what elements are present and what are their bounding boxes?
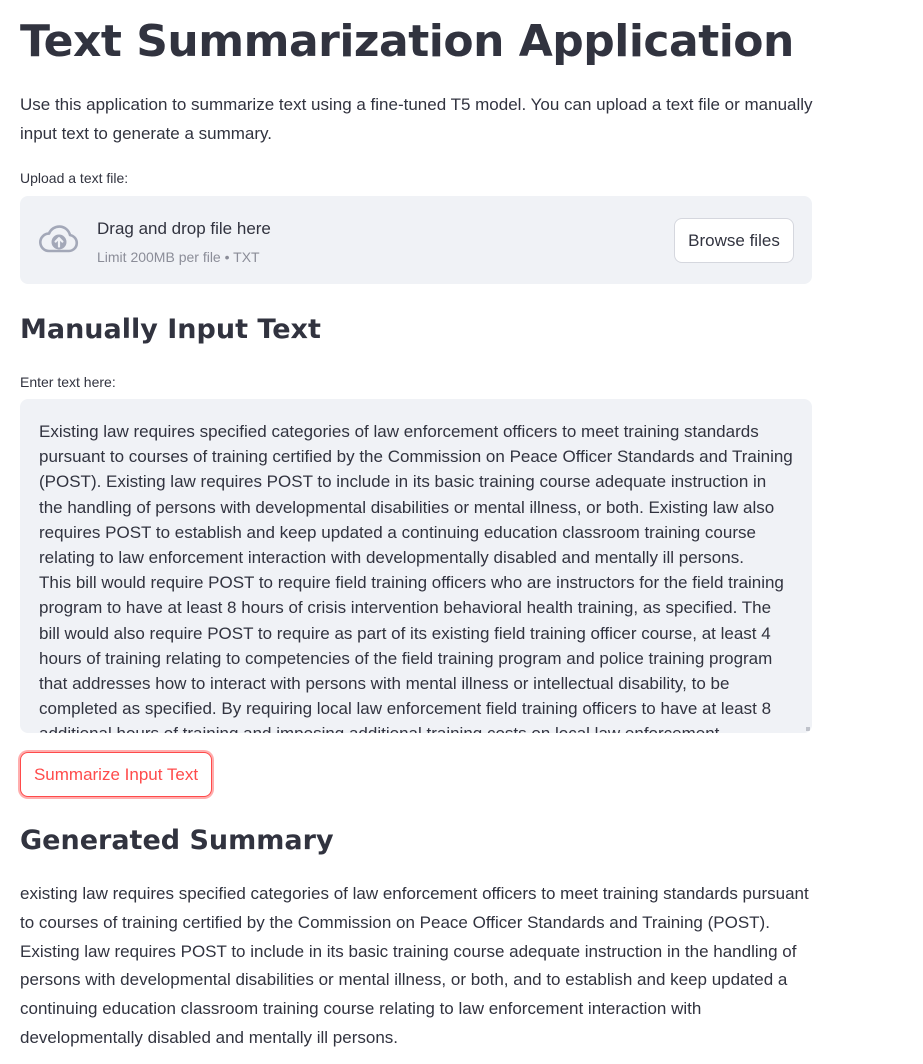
resize-handle-icon[interactable] (806, 727, 810, 731)
text-area-label: Enter text here: (20, 374, 116, 390)
text-input-value: Existing law requires specified categori… (39, 422, 793, 733)
cloud-upload-icon (39, 225, 79, 253)
dropzone-title: Drag and drop file here (97, 219, 271, 238)
dropzone-limit-text: Limit 200MB per file • TXT (97, 249, 260, 265)
intro-text: Use this application to summarize text u… (20, 95, 813, 143)
summarize-button[interactable]: Summarize Input Text (20, 752, 212, 797)
page-title: Text Summarization Application (20, 16, 794, 67)
file-uploader-label: Upload a text file: (20, 170, 129, 186)
browse-files-button[interactable]: Browse files (674, 218, 794, 263)
summary-heading: Generated Summary (20, 825, 334, 856)
generated-summary-text: existing law requires specified categori… (20, 884, 809, 1047)
manual-input-heading: Manually Input Text (20, 314, 321, 345)
text-input-area[interactable]: Existing law requires specified categori… (20, 399, 812, 733)
